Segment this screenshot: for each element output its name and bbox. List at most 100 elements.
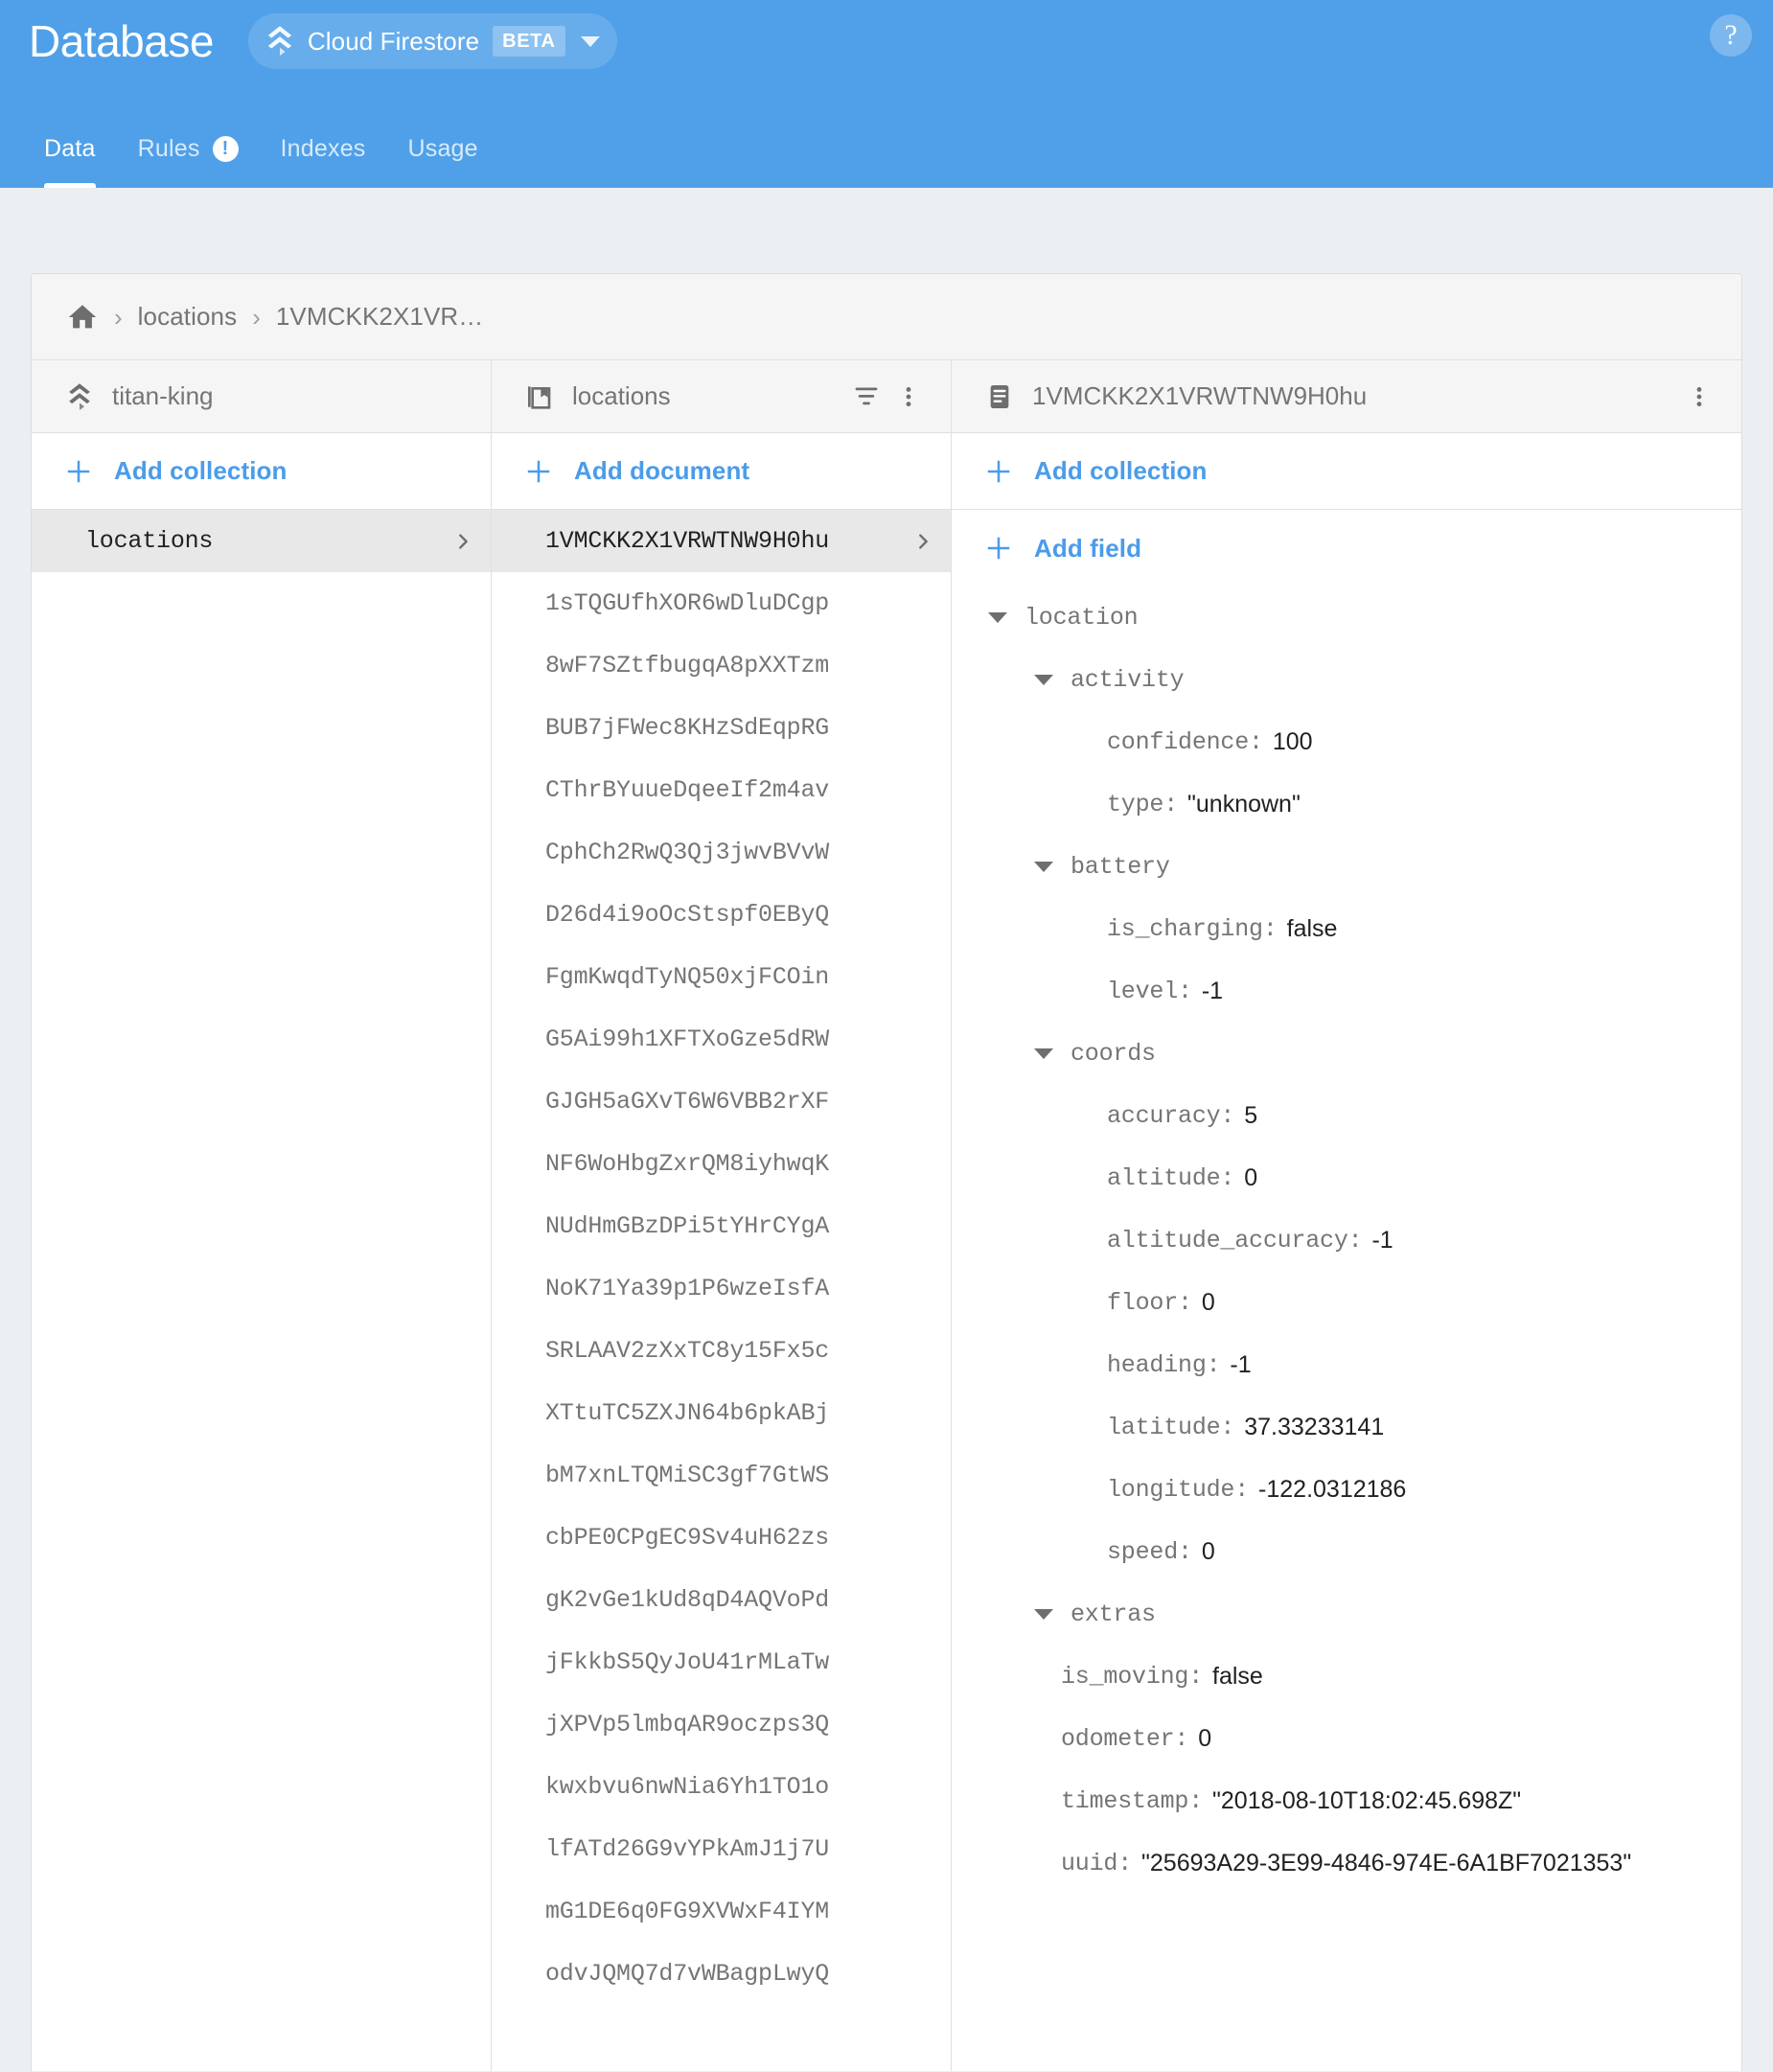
breadcrumb-item-document[interactable]: 1VMCKK2X1VR… (276, 302, 484, 332)
field-value: 0 (1201, 1538, 1215, 1565)
document-list-item[interactable]: NoK71Ya39p1P6wzeIsfA (492, 1257, 951, 1320)
document-list-item[interactable]: kwxbvu6nwNia6Yh1TO1o (492, 1756, 951, 1818)
document-list-item[interactable]: jFkkbS5QyJoU41rMLaTw (492, 1631, 951, 1693)
document-list-item[interactable]: G5Ai99h1XFTXoGze5dRW (492, 1008, 951, 1071)
document-id: SRLAAV2zXxTC8y15Fx5c (545, 1337, 830, 1365)
field-key: latitude: (1107, 1414, 1235, 1441)
add-document-button[interactable]: Add document (492, 433, 951, 510)
field-group-row[interactable]: extras (952, 1583, 1741, 1646)
field-row: is_moving: false (952, 1646, 1741, 1708)
field-row: longitude: -122.0312186 (952, 1459, 1741, 1521)
field-value: -1 (1371, 1227, 1393, 1254)
document-id: XTtuTC5ZXJN64b6pkABj (545, 1399, 830, 1427)
field-group-row[interactable]: battery (952, 836, 1741, 898)
caret-down-icon[interactable] (988, 612, 1007, 623)
document-id-title: 1VMCKK2X1VRWTNW9H0hu (1032, 381, 1368, 410)
field-row: altitude: 0 (952, 1147, 1741, 1209)
filter-list-icon[interactable] (845, 376, 887, 418)
caret-down-icon[interactable] (1034, 1048, 1053, 1059)
field-tree: location activity confidence: 100 type: "unkn… (952, 587, 1741, 1895)
field-value: 100 (1272, 728, 1313, 755)
document-id: GJGH5aGXvT6W6VBB2rXF (545, 1088, 830, 1116)
document-id: CThrBYuueDqeeIf2m4av (545, 776, 830, 804)
field-value: -122.0312186 (1258, 1476, 1407, 1503)
document-list-item[interactable]: lfATd26G9vYPkAmJ1j7U (492, 1818, 951, 1880)
document-list-item[interactable]: bM7xnLTQMiSC3gf7GtWS (492, 1444, 951, 1507)
field-key: coords (1071, 1040, 1156, 1068)
document-id: CphCh2RwQ3Qj3jwvBVvW (545, 839, 830, 866)
field-row: level: -1 (952, 960, 1741, 1023)
field-key: is_charging: (1107, 915, 1278, 943)
document-list-item[interactable]: NF6WoHbgZxrQM8iyhwqK (492, 1133, 951, 1195)
field-group-row[interactable]: activity (952, 649, 1741, 711)
document-list-item[interactable]: odvJQMQ7d7vWBagpLwyQ (492, 1943, 951, 2005)
add-subcollection-button[interactable]: Add collection (952, 433, 1741, 510)
tab-data[interactable]: Data (23, 109, 117, 188)
beta-badge: BETA (493, 26, 565, 57)
document-list-item[interactable]: jXPVp5lmbqAR9oczps3Q (492, 1693, 951, 1756)
document-id: cbPE0CPgEC9Sv4uH62zs (545, 1524, 830, 1552)
field-value: 0 (1244, 1164, 1258, 1191)
field-row: timestamp: "2018-08-10T18:02:45.698Z" (952, 1770, 1741, 1832)
project-name: titan-king (112, 381, 214, 410)
document-list-item[interactable]: CThrBYuueDqeeIf2m4av (492, 759, 951, 821)
breadcrumb: › locations › 1VMCKK2X1VR… (32, 274, 1741, 360)
document-id: BUB7jFWec8KHzSdEqpRG (545, 714, 830, 742)
field-row: floor: 0 (952, 1272, 1741, 1334)
field-key: floor: (1107, 1289, 1192, 1317)
document-id: lfATd26G9vYPkAmJ1j7U (545, 1835, 830, 1863)
document-id: NF6WoHbgZxrQM8iyhwqK (545, 1150, 830, 1178)
caret-down-icon[interactable] (1034, 1609, 1053, 1620)
field-group-row[interactable]: location (952, 587, 1741, 649)
tab-bar: Data Rules ! Indexes Usage (23, 109, 499, 188)
document-list-item[interactable]: 1VMCKK2X1VRWTNW9H0hu (492, 510, 951, 572)
document-list-item[interactable]: D26d4i9oOcStspf0EByQ (492, 884, 951, 946)
document-id: kwxbvu6nwNia6Yh1TO1o (545, 1773, 830, 1801)
collection-item-locations[interactable]: locations (32, 510, 491, 572)
caret-down-icon[interactable] (1034, 675, 1053, 685)
document-list-item[interactable]: FgmKwqdTyNQ50xjFCOin (492, 946, 951, 1008)
field-key: odometer: (1061, 1725, 1189, 1753)
breadcrumb-item-locations[interactable]: locations (138, 302, 238, 332)
document-list-item[interactable]: CphCh2RwQ3Qj3jwvBVvW (492, 821, 951, 884)
document-list-item[interactable]: 1sTQGUfhXOR6wDluDCgp (492, 572, 951, 634)
plus-icon (987, 537, 1010, 560)
add-field-button[interactable]: Add field (952, 510, 1741, 587)
document-id: 1sTQGUfhXOR6wDluDCgp (545, 589, 830, 617)
field-value: "25693A29-3E99-4846-974E-6A1BF7021353" (1141, 1850, 1632, 1876)
document-list-item[interactable]: mG1DE6q0FG9XVWxF4IYM (492, 1880, 951, 1943)
tab-indexes-label: Indexes (280, 134, 366, 162)
field-key: heading: (1107, 1351, 1221, 1379)
document-list-item[interactable]: BUB7jFWec8KHzSdEqpRG (492, 697, 951, 759)
add-collection-button[interactable]: Add collection (32, 433, 491, 510)
add-field-label: Add field (1034, 533, 1142, 563)
document-list-item[interactable]: gK2vGe1kUd8qD4AQVoPd (492, 1569, 951, 1631)
field-value: -1 (1230, 1351, 1252, 1378)
chevron-down-icon[interactable] (580, 35, 600, 47)
document-list-item[interactable]: NUdHmGBzDPi5tYHrCYgA (492, 1195, 951, 1257)
document-id: jFkkbS5QyJoU41rMLaTw (545, 1648, 830, 1676)
product-selector-chip[interactable]: Cloud Firestore BETA (247, 13, 617, 69)
document-list-item[interactable]: cbPE0CPgEC9Sv4uH62zs (492, 1507, 951, 1569)
caret-down-icon[interactable] (1034, 862, 1053, 872)
document-list-item[interactable]: XTtuTC5ZXJN64b6pkABj (492, 1382, 951, 1444)
firebase-firestore-icon (267, 26, 292, 57)
field-row: heading: -1 (952, 1334, 1741, 1396)
more-vert-icon[interactable] (887, 376, 930, 418)
tab-indexes[interactable]: Indexes (260, 109, 387, 188)
document-list-item[interactable]: 8wF7SZtfbugqA8pXXTzm (492, 634, 951, 697)
tab-rules[interactable]: Rules ! (117, 109, 260, 188)
tab-rules-label: Rules (137, 134, 200, 162)
field-value: 0 (1201, 1289, 1215, 1316)
tab-usage[interactable]: Usage (387, 109, 499, 188)
document-list-item[interactable]: GJGH5aGXvT6W6VBB2rXF (492, 1071, 951, 1133)
add-document-label: Add document (574, 456, 750, 485)
more-vert-icon[interactable] (1678, 376, 1720, 418)
help-question-icon[interactable]: ? (1710, 14, 1752, 57)
chevron-right-icon (459, 533, 468, 549)
field-value: "2018-08-10T18:02:45.698Z" (1212, 1787, 1522, 1814)
collections-column: titan-king Add collection locations (32, 360, 492, 2071)
field-group-row[interactable]: coords (952, 1023, 1741, 1085)
document-list-item[interactable]: SRLAAV2zXxTC8y15Fx5c (492, 1320, 951, 1382)
home-icon[interactable] (66, 301, 99, 334)
